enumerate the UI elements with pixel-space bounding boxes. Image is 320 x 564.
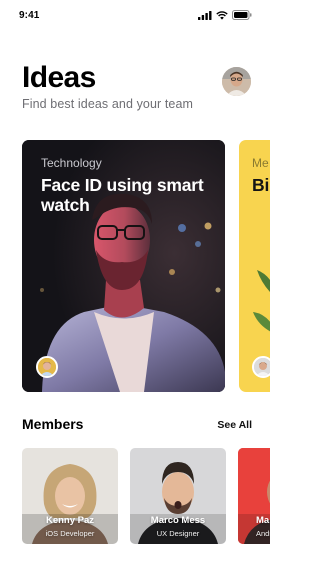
- card-title: Face ID using smart watch: [41, 175, 204, 215]
- members-section-title: Members: [22, 416, 84, 432]
- member-role: Andr: [256, 529, 270, 538]
- idea-card[interactable]: Technology Face ID using smart watch: [22, 140, 225, 392]
- idea-card[interactable]: Me Bi fo: [239, 140, 270, 392]
- card-author-avatar[interactable]: [36, 356, 58, 378]
- status-time: 9:41: [19, 10, 40, 21]
- member-card[interactable]: Ma Andr: [238, 448, 270, 544]
- see-all-link[interactable]: See All: [217, 419, 252, 431]
- card-category: Me: [252, 156, 269, 170]
- member-role: UX Designer: [156, 529, 200, 538]
- status-bar: 9:41: [0, 0, 270, 28]
- page-subtitle: Find best ideas and your team: [22, 97, 194, 111]
- card-author-avatar[interactable]: [252, 356, 270, 378]
- member-card[interactable]: Marco Mess UX Designer: [130, 448, 226, 544]
- ideas-carousel[interactable]: Technology Face ID using smart watch Me …: [22, 140, 270, 392]
- signal-icon: [198, 10, 212, 20]
- wifi-icon: [216, 10, 228, 20]
- page-title: Ideas: [22, 61, 96, 94]
- battery-icon: [232, 10, 252, 20]
- status-icons: [198, 10, 252, 20]
- members-carousel[interactable]: Kenny Paz iOS Developer Marco Mess UX De…: [22, 448, 270, 544]
- member-name: Ma: [256, 515, 270, 526]
- member-name: Kenny Paz: [45, 515, 95, 526]
- card-title: Bi fo: [252, 175, 270, 195]
- profile-avatar[interactable]: [222, 67, 251, 96]
- card-category: Technology: [41, 156, 102, 170]
- member-card[interactable]: Kenny Paz iOS Developer: [22, 448, 118, 544]
- member-role: iOS Developer: [45, 529, 95, 538]
- member-name: Marco Mess: [150, 515, 206, 526]
